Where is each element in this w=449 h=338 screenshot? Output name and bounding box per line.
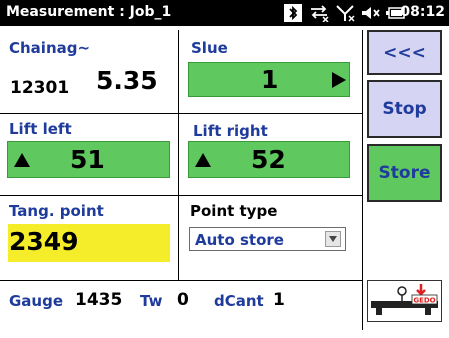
lift-left-label: Lift left: [9, 120, 72, 138]
volume-muted-icon: [362, 7, 380, 19]
chainage-label: Chainag~: [9, 39, 91, 57]
title-bar: Measurement : Job_1 08:12: [0, 0, 449, 26]
grid-divider-vertical-right: [362, 30, 363, 330]
lift-right-value: 52: [251, 145, 286, 174]
signal-icon: [336, 5, 355, 22]
tang-point-cell[interactable]: Tang. point 2349: [0, 196, 178, 280]
slue-value-box[interactable]: 1: [188, 62, 350, 97]
tang-point-value: 2349: [9, 227, 79, 256]
slue-cell[interactable]: Slue 1: [179, 30, 362, 113]
tw-value: 0: [177, 290, 189, 310]
gauge-label: Gauge: [9, 292, 64, 310]
chainage-value: 5.35: [96, 66, 158, 95]
lift-left-cell[interactable]: Lift left 51: [0, 114, 178, 195]
back-button[interactable]: <<<: [367, 30, 442, 75]
lift-right-label: Lift right: [193, 122, 268, 140]
gedo-trolley-icon: GEDO: [371, 284, 438, 315]
arrow-up-icon: [195, 153, 211, 167]
tw-label: Tw: [140, 292, 163, 310]
chainage-cell: Chainag~ 12301 5.35: [0, 30, 178, 113]
dropdown-arrow-icon[interactable]: [325, 231, 341, 247]
lift-left-value: 51: [70, 145, 105, 174]
gauge-value: 1435: [75, 290, 123, 310]
dcant-value: 1: [273, 290, 285, 310]
tang-point-value-box[interactable]: 2349: [8, 224, 170, 262]
arrow-right-icon: [332, 72, 346, 88]
data-transfer-icon: [311, 5, 329, 22]
footer-status: Gauge 1435 Tw 0 dCant 1: [0, 281, 362, 331]
lift-right-cell[interactable]: Lift right 52: [179, 114, 362, 195]
point-type-selected: Auto store: [195, 231, 284, 249]
stop-button-label: Stop: [382, 99, 427, 119]
arrow-up-icon: [14, 153, 30, 167]
stop-button[interactable]: Stop: [367, 80, 442, 138]
store-button[interactable]: Store: [367, 144, 442, 202]
clock: 08:12: [400, 4, 445, 20]
back-button-label: <<<: [383, 42, 426, 63]
slue-label: Slue: [191, 39, 228, 57]
slue-value: 1: [261, 65, 279, 94]
lift-right-value-box[interactable]: 52: [188, 141, 350, 178]
point-type-label: Point type: [190, 202, 278, 220]
point-type-dropdown[interactable]: Auto store: [189, 227, 346, 251]
store-button-label: Store: [378, 163, 431, 183]
window-title: Measurement : Job_1: [6, 4, 172, 20]
bluetooth-icon: [284, 4, 302, 22]
gedo-logo-text: GEDO: [413, 297, 435, 305]
chainage-prefix: 12301: [10, 78, 70, 98]
gedo-trolley-button[interactable]: GEDO: [367, 280, 442, 322]
dcant-label: dCant: [214, 292, 264, 310]
lift-left-value-box[interactable]: 51: [7, 141, 170, 178]
tang-point-label: Tang. point: [9, 202, 104, 220]
